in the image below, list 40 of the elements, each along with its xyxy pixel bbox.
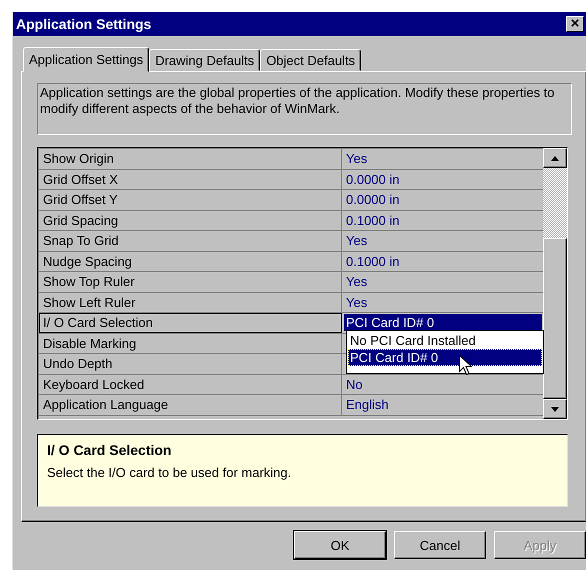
dropdown-option[interactable]: PCI Card ID# 0	[348, 349, 542, 366]
property-value[interactable]: Yes	[344, 294, 542, 310]
help-text: Select the I/O card to be used for marking.	[47, 465, 292, 480]
property-name[interactable]: Grid Spacing	[39, 210, 342, 230]
property-value[interactable]: Yes	[344, 150, 542, 167]
tab[interactable]: Object Defaults	[260, 49, 362, 71]
description-text: Application settings are the global properties of the application. Modify these properties to modify different aspects of the behavior of WinMark.	[37, 83, 572, 135]
dialog-button[interactable]: Cancel	[394, 531, 486, 559]
property-value[interactable]: No	[344, 376, 542, 392]
dialog-button[interactable]: OK	[294, 531, 386, 559]
property-name[interactable]: I/ O Card Selection	[39, 313, 342, 333]
property-value[interactable]: Yes	[344, 232, 542, 249]
property-value[interactable]: 0.0000 in	[344, 191, 542, 208]
property-value[interactable]: English	[344, 396, 542, 413]
up-arrow-icon	[551, 156, 559, 160]
tab[interactable]: Application Settings	[23, 47, 150, 72]
property-value[interactable]: 0.1000 in	[344, 212, 542, 228]
tab[interactable]: Drawing Defaults	[149, 49, 260, 71]
property-name[interactable]: Disable Marking	[39, 334, 342, 353]
property-name[interactable]: Show Origin	[39, 149, 342, 168]
down-arrow-icon	[551, 406, 559, 412]
property-name[interactable]: Undo Depth	[39, 354, 342, 374]
property-name[interactable]: Show Left Ruler	[39, 292, 342, 312]
property-value[interactable]: 0.0000 in	[344, 170, 542, 188]
help-title: I/ O Card Selection	[47, 442, 172, 458]
window-title: Application Settings	[16, 16, 152, 32]
close-button[interactable]: ×	[566, 16, 584, 32]
property-name[interactable]: Grid Offset Y	[39, 190, 342, 210]
property-value[interactable]: 0.1000 in	[344, 252, 542, 270]
property-name[interactable]: Snap To Grid	[39, 231, 342, 250]
property-value[interactable]: PCI Card ID# 0	[344, 314, 542, 331]
scroll-down-button[interactable]	[543, 399, 567, 419]
scroll-thumb[interactable]	[543, 238, 567, 399]
property-name[interactable]: Keyboard Locked	[39, 374, 342, 394]
property-name[interactable]: Application Language	[39, 395, 342, 414]
property-name[interactable]: Grid Offset X	[39, 170, 342, 189]
property-name[interactable]: Show Top Ruler	[39, 272, 342, 292]
property-value[interactable]: Yes	[344, 273, 542, 290]
scroll-up-button[interactable]	[543, 148, 567, 168]
property-name[interactable]: Nudge Spacing	[39, 252, 342, 271]
